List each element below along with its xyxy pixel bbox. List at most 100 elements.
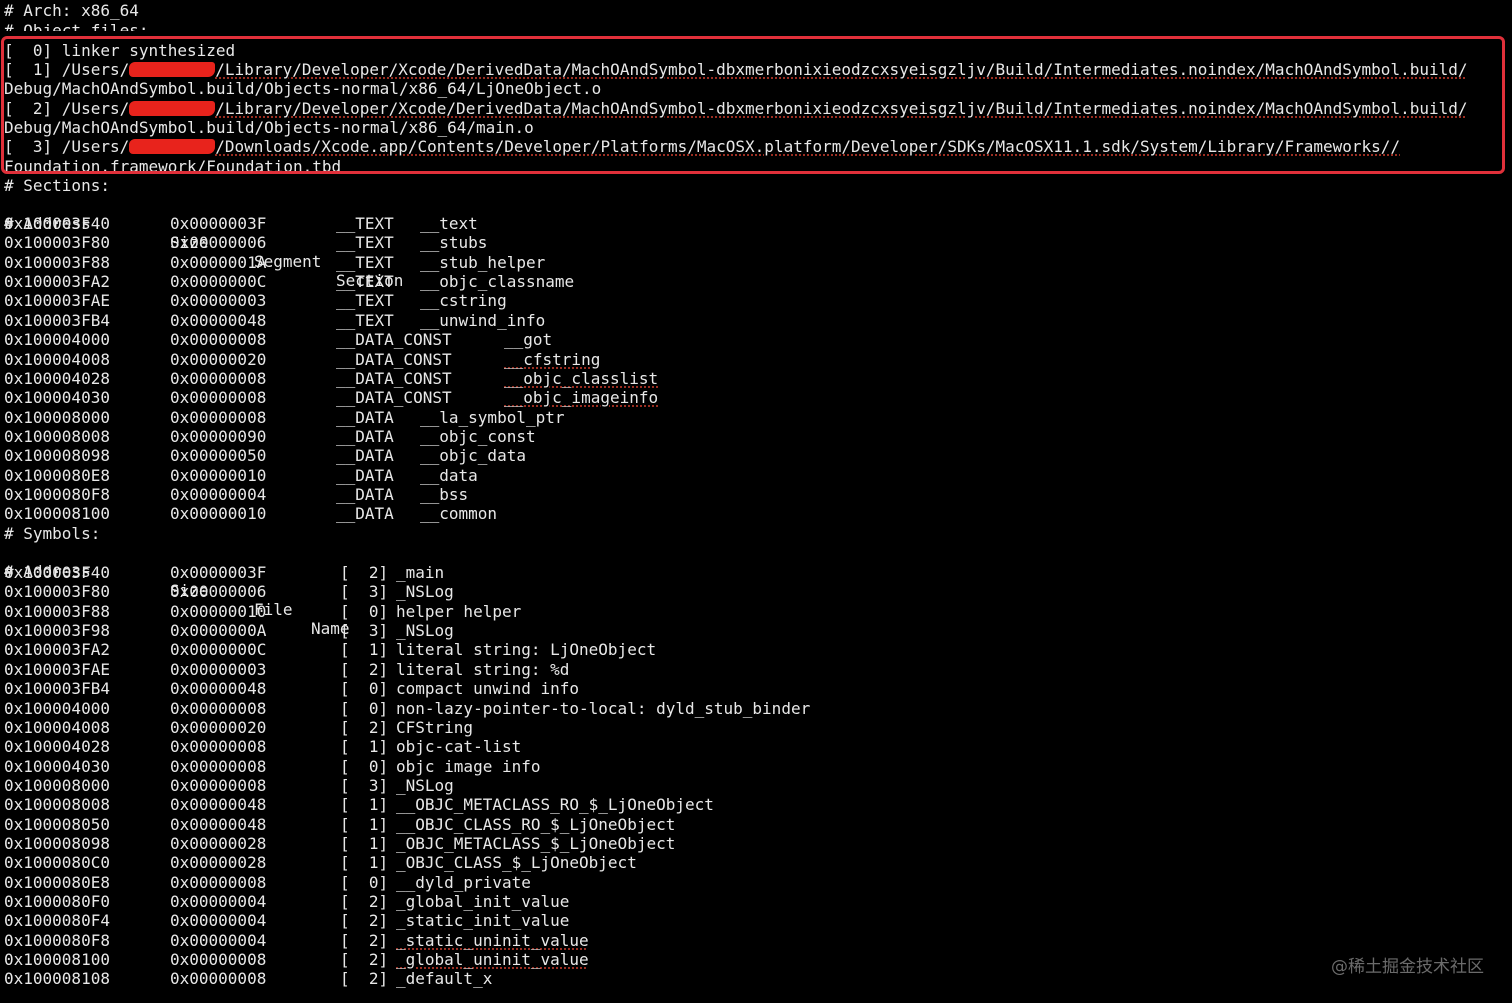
section-address: 0x100003F88 — [4, 252, 110, 272]
symbol-size: 0x00000028 — [170, 853, 267, 873]
section-address: 0x100003F40 — [4, 214, 110, 233]
symbol-row: 0x100003FB4 0x00000048 [ 0] compact unwind … — [4, 679, 1504, 698]
symbol-address: 0x100004030 — [4, 756, 110, 776]
redacted-username — [129, 62, 216, 77]
section-size: 0x00000010 — [170, 465, 267, 485]
section-size: 0x00000020 — [170, 349, 267, 369]
section-address: 0x1000080E8 — [4, 465, 110, 485]
symbol-address: 0x100003FA2 — [4, 640, 110, 660]
symbol-size: 0x00000003 — [170, 659, 267, 679]
section-row: 0x100003F88 0x0000001A __TEXT __stub_helper — [4, 253, 1504, 272]
symbol-address: 0x1000080F8 — [4, 930, 110, 950]
symbol-row: 0x100004000 0x00000008 [ 0] non-lazy-pointe… — [4, 699, 1504, 718]
symbol-size: 0x00000008 — [170, 969, 267, 989]
symbol-name: literal string: LjOneObject — [396, 640, 657, 660]
symbol-row: 0x100008008 0x00000048 [ 1] __OBJC_METACLAS… — [4, 795, 1504, 814]
object-file-1-cont: Debug/MachOAndSymbol.build/Objects-norma… — [4, 79, 602, 98]
symbol-name: __OBJC_METACLASS_RO_$_LjOneObject — [396, 795, 714, 815]
section-segment: __TEXT — [336, 310, 394, 330]
section-row: 0x100008000 0x00000008 __DATA __la_symbol_p… — [4, 408, 1504, 427]
terminal-output: # Arch: x86_64 # Object files: [ 0] link… — [0, 0, 1512, 1003]
section-segment: __DATA_CONST — [336, 330, 452, 350]
section-segment: __DATA — [336, 504, 394, 524]
symbol-row: 0x100003F40 0x0000003F [ 2] _main — [4, 563, 1504, 582]
symbol-file-index: [ 2] — [340, 930, 389, 950]
section-size: 0x00000008 — [170, 407, 267, 427]
section-row: 0x100004000 0x00000008 __DATA_CONST __got — [4, 330, 1504, 349]
symbol-name: CFString — [396, 717, 474, 737]
object-file-3-cont: Foundation.framework/Foundation.tbd — [4, 157, 342, 176]
symbol-size: 0x00000004 — [170, 930, 267, 950]
symbol-file-index: [ 1] — [340, 853, 389, 873]
section-name: __bss — [420, 484, 469, 504]
symbol-row: 0x100008108 0x00000008 [ 2] _default_x — [4, 969, 1504, 988]
object-file-3: [ 3] /Users/ /Downloads/Xcode.app/Content… — [4, 137, 1400, 156]
symbol-file-index: [ 3] — [340, 621, 389, 640]
section-size: 0x00000090 — [170, 426, 267, 446]
symbol-row: 0x100008000 0x00000008 [ 3] _NSLog — [4, 776, 1504, 795]
symbol-file-index: [ 1] — [340, 833, 389, 853]
section-size: 0x00000006 — [170, 233, 267, 253]
symbol-address: 0x100008108 — [4, 969, 110, 989]
symbol-address: 0x100003FB4 — [4, 679, 110, 699]
section-size: 0x00000003 — [170, 291, 267, 311]
section-address: 0x100003FA2 — [4, 272, 110, 292]
section-row: 0x100003F40 0x0000003F __TEXT __text — [4, 214, 1504, 233]
section-address: 0x100004030 — [4, 388, 110, 408]
section-size: 0x00000010 — [170, 504, 267, 524]
symbols-heading: # Symbols: — [4, 524, 101, 543]
symbol-file-index: [ 0] — [340, 872, 389, 892]
symbol-name: _OBJC_CLASS_$_LjOneObject — [396, 853, 637, 873]
symbol-address: 0x100003F88 — [4, 601, 110, 621]
symbol-file-index: [ 2] — [340, 969, 389, 989]
object-file-2-cont: Debug/MachOAndSymbol.build/Objects-norma… — [4, 118, 534, 137]
section-size: 0x00000048 — [170, 310, 267, 330]
symbol-name: _global_init_value — [396, 892, 570, 911]
symbol-file-index: [ 3] — [340, 582, 389, 602]
arch-line: # Arch: x86_64 — [4, 1, 139, 20]
section-address: 0x100008098 — [4, 446, 110, 466]
symbol-row: 0x1000080C0 0x00000028 [ 1] _OBJC_CLASS_$_L… — [4, 853, 1504, 872]
section-segment: __DATA — [336, 484, 394, 504]
symbol-address: 0x100003F40 — [4, 563, 110, 582]
symbol-file-index: [ 2] — [340, 563, 389, 582]
symbol-size: 0x0000000C — [170, 640, 267, 660]
section-row: 0x100003F80 0x00000006 __TEXT __stubs — [4, 233, 1504, 252]
symbol-size: 0x00000048 — [170, 814, 267, 834]
symbol-row: 0x100003F88 0x00000010 [ 0] helper helper — [4, 602, 1504, 621]
symbol-size: 0x00000006 — [170, 582, 267, 602]
symbol-size: 0x00000004 — [170, 892, 267, 911]
symbol-size: 0x00000010 — [170, 601, 267, 621]
symbol-file-index: [ 1] — [340, 640, 389, 660]
symbol-row: 0x100003FAE 0x00000003 [ 2] literal string:… — [4, 660, 1504, 679]
object-files-heading-text: # Object files: — [4, 21, 149, 31]
object-file-2: [ 2] /Users/ /Library/Developer/Xcode/Der… — [4, 99, 1468, 118]
section-name: __cfstring — [504, 349, 601, 369]
section-row: 0x100003FAE 0x00000003 __TEXT __cstring — [4, 291, 1504, 310]
section-name: __cstring — [420, 291, 507, 311]
section-row: 0x100008100 0x00000010 __DATA __common — [4, 504, 1504, 523]
symbol-row: 0x100008098 0x00000028 [ 1] _OBJC_METACLASS… — [4, 834, 1504, 853]
symbol-name: helper helper — [396, 601, 522, 621]
section-size: 0x0000000C — [170, 272, 267, 292]
section-name: __objc_imageinfo — [504, 388, 659, 408]
section-name: __stub_helper — [420, 252, 546, 272]
symbol-size: 0x00000008 — [170, 775, 267, 795]
section-address: 0x100003FAE — [4, 291, 110, 311]
symbol-row: 0x100003FA2 0x0000000C [ 1] literal string:… — [4, 640, 1504, 659]
symbol-file-index: [ 1] — [340, 737, 389, 757]
symbols-column-header: # Address Size File Name — [4, 543, 1504, 638]
object-file-2-prefix: [ 2] /Users/ — [4, 99, 130, 118]
symbol-name: _NSLog — [396, 775, 454, 795]
section-name: __objc_classlist — [504, 368, 659, 388]
symbol-address: 0x1000080C0 — [4, 853, 110, 873]
section-name: __objc_classname — [420, 272, 575, 292]
symbol-address: 0x100004000 — [4, 698, 110, 718]
symbol-size: 0x00000008 — [170, 756, 267, 776]
object-file-1-path: /Library/Developer/Xcode/DerivedData/Mac… — [215, 60, 1468, 79]
symbol-address: 0x100003F98 — [4, 621, 110, 640]
section-segment: __TEXT — [336, 233, 394, 253]
symbol-name: _global_uninit_value — [396, 950, 589, 969]
symbol-file-index: [ 2] — [340, 911, 389, 931]
symbol-address: 0x1000080F0 — [4, 892, 110, 911]
